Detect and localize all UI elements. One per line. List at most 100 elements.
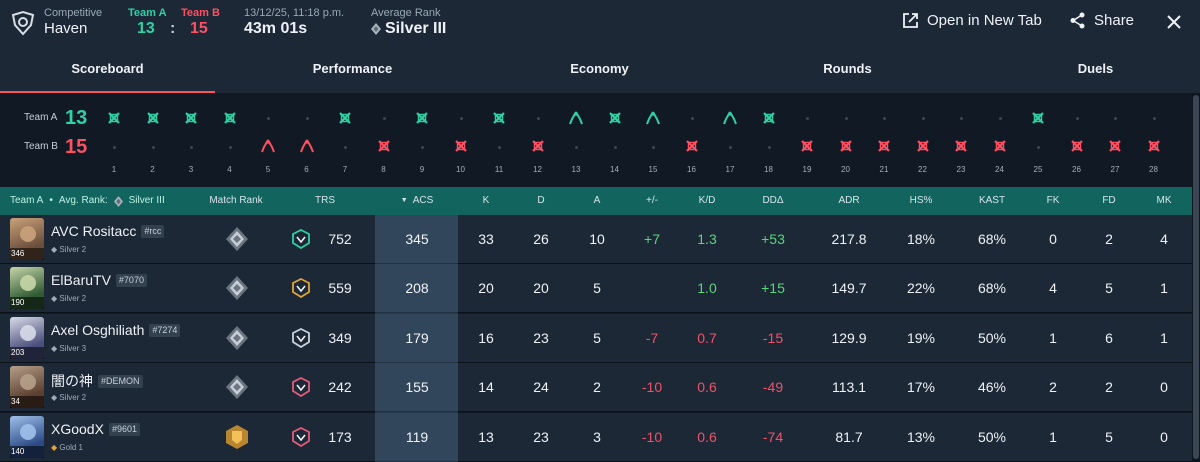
tab-scoreboard[interactable]: Scoreboard xyxy=(0,52,215,93)
round-elimination-icon[interactable] xyxy=(530,138,546,154)
col-plus-minus[interactable]: +/- xyxy=(632,187,672,215)
round-empty-dot xyxy=(382,117,386,120)
col-trs[interactable]: TRS xyxy=(300,187,350,215)
player-row[interactable]: 203 Axel Osghiliath #7274 ◆ Silver 3 349 1… xyxy=(0,313,1192,363)
player-row[interactable]: 34 闇の神#DEMON ◆ Silver 2 24215514242-100.… xyxy=(0,363,1192,413)
round-elimination-icon[interactable] xyxy=(453,138,469,154)
stat-fk: 2 xyxy=(1049,379,1057,396)
stat-adr: 129.9 xyxy=(831,329,867,346)
col-a[interactable]: A xyxy=(577,187,617,215)
score-separator: : xyxy=(170,20,176,37)
stat-mk: 0 xyxy=(1160,428,1168,445)
rounds-team-a-label: Team A xyxy=(24,112,58,123)
match-rank-silver-icon xyxy=(226,375,248,400)
player-level: 140 xyxy=(10,445,44,458)
round-elimination-icon[interactable] xyxy=(915,138,931,154)
round-number: 27 xyxy=(1110,165,1120,174)
round-elimination-icon[interactable] xyxy=(1146,138,1162,154)
scrollbar-thumb[interactable] xyxy=(1193,95,1199,459)
round-number: 20 xyxy=(841,165,850,174)
match-rank-silver-icon xyxy=(226,227,248,251)
col-acs[interactable]: ▼ ACS xyxy=(392,187,442,215)
player-row[interactable]: 140 XGoodX#9601 ◆ Gold 1 17311913233-100… xyxy=(0,412,1192,462)
col-mk[interactable]: MK xyxy=(1144,187,1184,215)
col-k[interactable]: K xyxy=(466,187,506,215)
stat-adr: 149.7 xyxy=(831,280,867,297)
round-empty-dot xyxy=(767,146,771,149)
round-empty-dot xyxy=(267,117,270,120)
round-empty-dot xyxy=(421,146,424,149)
player-name-text: XGoodX xyxy=(51,420,104,437)
col-kd[interactable]: K/D xyxy=(687,187,727,215)
tab-duels[interactable]: Duels xyxy=(993,52,1198,93)
match-rank-silver-icon xyxy=(226,276,248,301)
player-name[interactable]: XGoodX #9601 xyxy=(51,421,140,437)
player-rank: ◆ Silver 2 xyxy=(51,245,86,254)
stat-dd: +15 xyxy=(761,280,785,297)
round-elimination-icon[interactable] xyxy=(222,110,238,126)
app-logo-icon[interactable] xyxy=(10,10,36,36)
round-elimination-icon[interactable] xyxy=(1030,110,1046,126)
round-elimination-icon[interactable] xyxy=(761,110,777,126)
player-name[interactable]: ElBaruTV #7070 xyxy=(51,272,147,288)
round-elimination-icon[interactable] xyxy=(145,110,161,126)
round-defuse-icon[interactable] xyxy=(260,138,276,154)
open-new-tab-button[interactable]: Open in New Tab xyxy=(902,12,1042,29)
round-elimination-icon[interactable] xyxy=(491,110,507,126)
stat-trs: 242 xyxy=(328,379,352,396)
stat-hs: 18% xyxy=(906,231,936,247)
round-defuse-icon[interactable] xyxy=(722,110,738,126)
col-adr[interactable]: ADR xyxy=(829,187,869,215)
round-elimination-icon[interactable] xyxy=(337,110,353,126)
round-number: 8 xyxy=(381,165,386,174)
round-elimination-icon[interactable] xyxy=(799,138,815,154)
round-defuse-icon[interactable] xyxy=(645,110,661,126)
scrollbar[interactable] xyxy=(1192,93,1200,462)
share-button[interactable]: Share xyxy=(1069,12,1134,29)
round-elimination-icon[interactable] xyxy=(414,110,430,126)
round-elimination-icon[interactable] xyxy=(684,138,700,154)
round-elimination-icon[interactable] xyxy=(838,138,854,154)
round-empty-dot xyxy=(1037,146,1040,149)
player-name[interactable]: Axel Osghiliath #7274 xyxy=(51,321,181,338)
player-name[interactable]: AVC Rositacc #rcc xyxy=(51,223,165,239)
silver-rank-icon: ◆ xyxy=(51,245,58,254)
silver-rank-icon: ◆ xyxy=(51,294,58,304)
round-elimination-icon[interactable] xyxy=(992,138,1008,154)
open-new-tab-label: Open in New Tab xyxy=(927,12,1042,29)
round-elimination-icon[interactable] xyxy=(876,138,892,154)
col-fk[interactable]: FK xyxy=(1033,187,1073,215)
round-elimination-icon[interactable] xyxy=(106,110,122,126)
player-name-text: Axel Osghiliath xyxy=(51,321,145,338)
close-icon[interactable] xyxy=(1166,14,1182,30)
col-d[interactable]: D xyxy=(521,187,561,215)
round-number: 26 xyxy=(1072,165,1081,174)
col-hs[interactable]: HS% xyxy=(901,187,941,215)
col-fd[interactable]: FD xyxy=(1089,187,1129,215)
avg-rank: Silver III xyxy=(371,20,446,38)
round-elimination-icon[interactable] xyxy=(376,138,392,154)
round-elimination-icon[interactable] xyxy=(1069,138,1085,154)
round-elimination-icon[interactable] xyxy=(607,110,623,126)
stat-trs: 559 xyxy=(328,280,352,297)
stat-trs: 349 xyxy=(328,329,352,346)
stat-adr: 113.1 xyxy=(832,379,866,396)
round-defuse-icon[interactable] xyxy=(299,138,315,154)
rounds-team-b-label: Team B xyxy=(24,141,58,152)
rounds-team-b-score: 15 xyxy=(65,136,88,158)
round-elimination-icon[interactable] xyxy=(1107,138,1123,154)
player-name[interactable]: 闇の神 #DEMON xyxy=(51,371,143,391)
col-dd-delta[interactable]: DDΔ xyxy=(753,187,793,215)
round-elimination-icon[interactable] xyxy=(183,110,199,126)
player-row[interactable]: 190 ElBaruTV#7070 ◆ Silver 2 55920820205… xyxy=(0,264,1192,314)
tab-economy[interactable]: Economy xyxy=(497,52,702,93)
col-kast[interactable]: KAST xyxy=(969,187,1015,215)
round-elimination-icon[interactable] xyxy=(953,138,969,154)
round-defuse-icon[interactable] xyxy=(568,110,584,126)
col-match-rank[interactable]: Match Rank xyxy=(206,187,266,215)
avg-rank-label-table: Avg. Rank: xyxy=(58,195,108,206)
round-number: 16 xyxy=(687,165,696,174)
tab-performance[interactable]: Performance xyxy=(250,52,455,93)
player-row[interactable]: 346 AVC Rositacc#rcc ◆ Silver 2 75234533… xyxy=(0,215,1192,264)
tab-rounds[interactable]: Rounds xyxy=(745,52,950,93)
